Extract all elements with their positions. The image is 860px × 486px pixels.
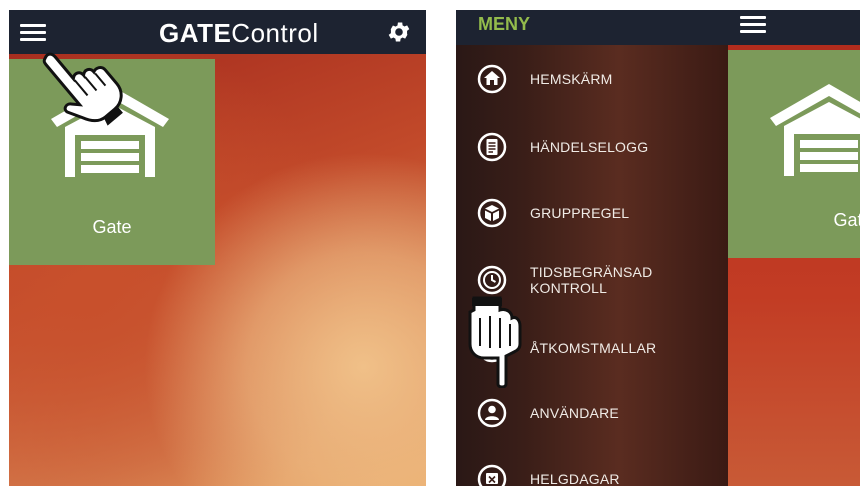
menu-item-holidays[interactable]: HELGDAGAR xyxy=(476,462,726,486)
menu-item-users[interactable]: ANVÄNDARE xyxy=(476,396,726,430)
app-title: GATEControl xyxy=(159,18,319,49)
clock-icon xyxy=(477,265,507,295)
user-icon xyxy=(477,398,507,428)
right-screen: Gate MENY HEMSKÄRM HÄNDELSELOGG xyxy=(456,10,860,486)
group-icon xyxy=(477,198,507,228)
menu-item-group[interactable]: GRUPPREGEL xyxy=(476,196,726,230)
menu-label: TIDSBEGRÄNSAD KONTROLL xyxy=(530,264,653,296)
tile-label: Gate xyxy=(833,210,860,230)
menu-label: GRUPPREGEL xyxy=(530,205,630,221)
gear-icon[interactable] xyxy=(386,19,412,45)
hamburger-icon[interactable] xyxy=(740,14,766,34)
pointing-hand-icon xyxy=(468,296,522,388)
menu-label: HELGDAGAR xyxy=(530,471,620,486)
log-icon xyxy=(477,132,507,162)
menu-item-timed-control[interactable]: TIDSBEGRÄNSAD KONTROLL xyxy=(476,263,726,297)
menu-label: HEMSKÄRM xyxy=(530,71,613,87)
menu-label: HÄNDELSELOGG xyxy=(530,139,649,155)
tile-label: Gate xyxy=(92,217,132,237)
left-screen: GATEControl Gate xyxy=(9,10,426,486)
home-icon xyxy=(477,64,507,94)
menu-item-log[interactable]: HÄNDELSELOGG xyxy=(476,130,726,164)
menu-label: ÅTKOMSTMALLAR xyxy=(530,340,657,356)
title-light: Control xyxy=(231,18,319,48)
pointing-hand-icon xyxy=(42,52,123,126)
menu-label: ANVÄNDARE xyxy=(530,405,619,421)
header-strip xyxy=(728,10,860,45)
gate-tile[interactable]: Gate xyxy=(728,50,860,258)
hamburger-icon[interactable] xyxy=(20,22,46,42)
menu-item-home[interactable]: HEMSKÄRM xyxy=(476,62,726,96)
drawer-title: MENY xyxy=(478,14,531,34)
title-bold: GATE xyxy=(159,18,232,48)
garage-icon xyxy=(770,84,860,176)
calendar-icon xyxy=(477,464,507,486)
drawer-header: MENY xyxy=(456,10,728,45)
side-drawer: MENY HEMSKÄRM HÄNDELSELOGG GRUPPREGEL TI… xyxy=(456,10,728,486)
